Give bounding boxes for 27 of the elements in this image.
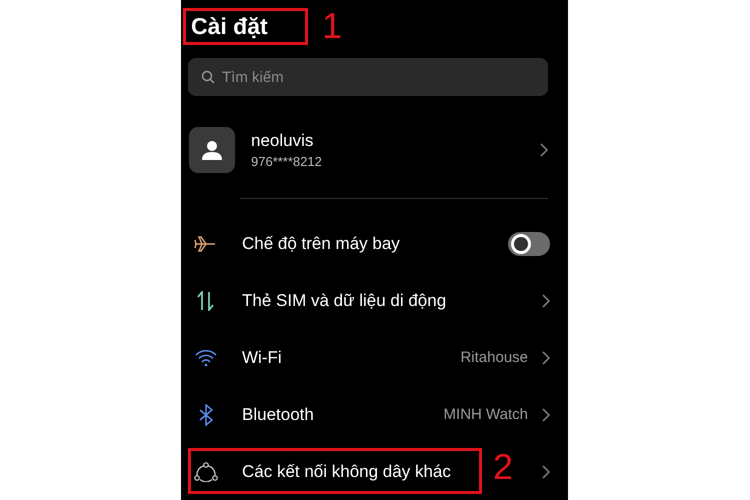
bluetooth-icon: [199, 404, 213, 426]
network-icon: [194, 462, 218, 482]
person-icon: [202, 140, 222, 160]
airplane-icon: [194, 234, 218, 252]
chevron-icon: [540, 143, 548, 157]
setting-label[interactable]: Bluetooth: [242, 404, 314, 424]
account-name: neoluvis: [251, 131, 314, 151]
search-field[interactable]: Tìm kiếm: [188, 58, 548, 96]
transfer-arrows-icon: [197, 290, 215, 310]
callout-number: 2: [493, 447, 514, 487]
search-icon: [201, 70, 215, 84]
chevron-icon: [542, 350, 550, 364]
setting-label[interactable]: Chế độ trên máy bay: [242, 234, 400, 254]
setting-value: Ritahouse: [460, 349, 528, 366]
chevron-icon: [542, 294, 550, 308]
account-phone: 976****8212: [251, 154, 323, 169]
wifi-icon: [195, 348, 217, 366]
toggle-switch[interactable]: [508, 232, 550, 256]
chevron-icon: [542, 464, 550, 478]
chevron-icon: [542, 408, 550, 422]
setting-label[interactable]: Các kết nối không dây khác: [242, 462, 451, 482]
avatar[interactable]: [189, 127, 235, 173]
page-title: Cài đặt: [183, 8, 308, 45]
setting-value: MINH Watch: [444, 406, 528, 423]
callout-number: 1: [322, 8, 342, 44]
setting-label[interactable]: Thẻ SIM và dữ liệu di động: [242, 290, 446, 310]
setting-label[interactable]: Wi-Fi: [242, 348, 282, 368]
